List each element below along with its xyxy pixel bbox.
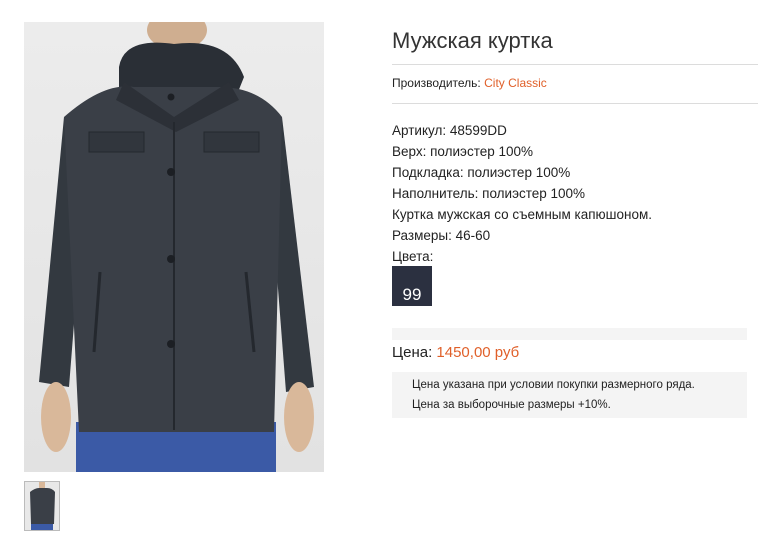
spec-sizes: Размеры: 46-60 bbox=[392, 228, 491, 243]
manufacturer-line: Производитель: City Classic bbox=[392, 76, 547, 90]
price-value: 1450,00 руб bbox=[436, 344, 520, 361]
price-note: Цена указана при условии покупки размерн… bbox=[392, 372, 747, 418]
separator-band bbox=[392, 328, 747, 340]
price-line: Цена: 1450,00 руб bbox=[392, 344, 519, 361]
price-label: Цена: bbox=[392, 344, 433, 361]
color-swatch[interactable]: 99 bbox=[392, 266, 432, 306]
spec-outer: Верх: полиэстер 100% bbox=[392, 144, 534, 159]
jacket-thumbnail-illustration bbox=[30, 482, 55, 530]
spec-lining: Подкладка: полиэстер 100% bbox=[392, 165, 571, 180]
price-note-line: Цена за выборочные размеры +10%. bbox=[412, 399, 611, 411]
spec-colors-label: Цвета: bbox=[392, 249, 434, 264]
spec-article: Артикул: 48599DD bbox=[392, 123, 507, 138]
product-specs: Артикул: 48599DD Верх: полиэстер 100% По… bbox=[392, 120, 652, 267]
spec-description: Куртка мужская со съемным капюшоном. bbox=[392, 207, 653, 222]
price-note-line: Цена указана при условии покупки размерн… bbox=[412, 379, 695, 391]
color-swatch-label: 99 bbox=[402, 285, 422, 304]
divider bbox=[392, 64, 758, 65]
jacket-illustration bbox=[39, 22, 314, 472]
divider bbox=[392, 103, 758, 104]
product-main-image[interactable] bbox=[24, 22, 324, 472]
manufacturer-link[interactable]: City Classic bbox=[484, 76, 547, 90]
product-thumbnail[interactable] bbox=[24, 481, 60, 531]
spec-filling: Наполнитель: полиэстер 100% bbox=[392, 186, 586, 201]
manufacturer-label: Производитель: bbox=[392, 76, 481, 90]
product-title: Мужская куртка bbox=[392, 28, 553, 53]
